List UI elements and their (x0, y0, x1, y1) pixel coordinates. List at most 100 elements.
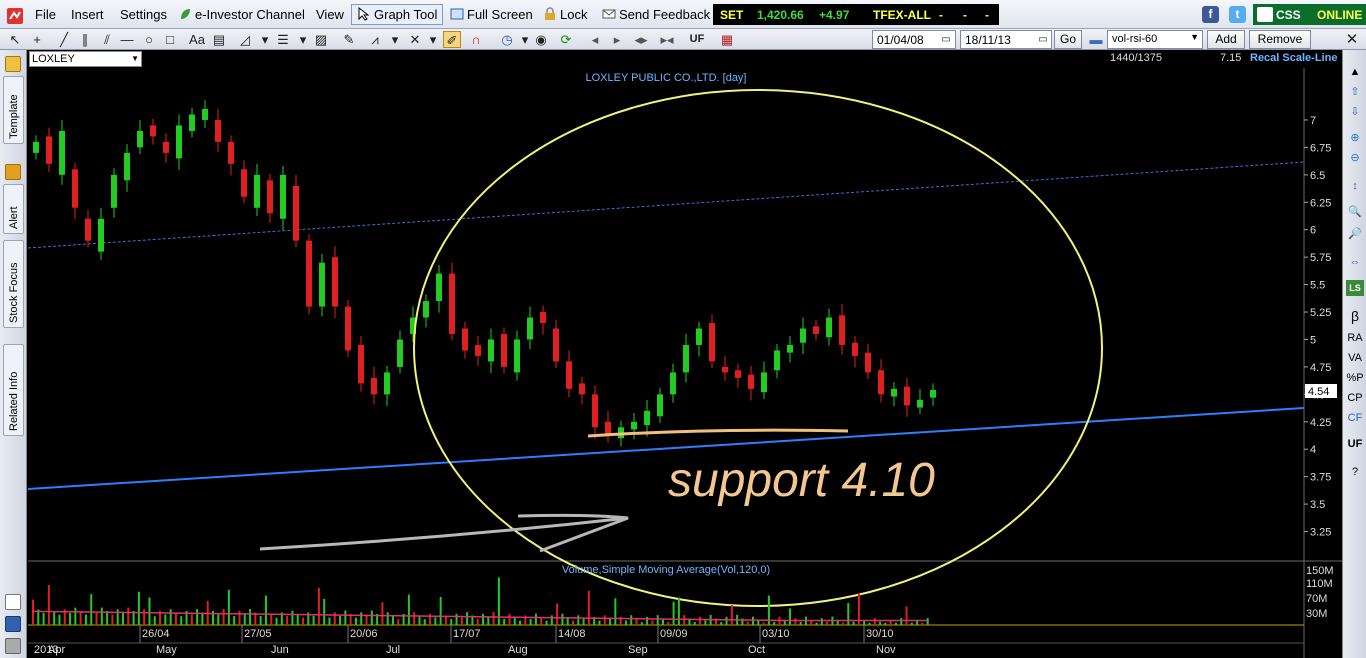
menu-file[interactable]: File (35, 7, 56, 22)
facebook-icon[interactable]: f (1202, 6, 1219, 23)
volume-bar (720, 621, 723, 625)
highlighter-tool-icon[interactable]: ✐ (443, 31, 461, 48)
magnify-minus-icon[interactable]: 🔎 (1346, 226, 1364, 242)
zigzag-dropdown-icon[interactable]: ▾ (386, 31, 404, 48)
delete-tool-icon[interactable]: ✕ (406, 31, 424, 48)
line-width-dropdown-icon[interactable]: ▾ (294, 31, 312, 48)
menu-lock[interactable]: Lock (543, 7, 587, 22)
channel-tool-icon[interactable]: ⫽ (98, 31, 116, 48)
magnify-plus-icon[interactable]: 🔍 (1346, 204, 1364, 220)
cp-tool[interactable]: CP (1346, 390, 1364, 406)
alert-bell-icon[interactable] (5, 164, 21, 180)
zoom-out-icon[interactable]: ◂▸ (632, 31, 650, 48)
line-style-dropdown-icon[interactable]: ▾ (256, 31, 274, 48)
zigzag-tool-icon[interactable]: ⩘ (366, 31, 384, 48)
clock-tool-icon[interactable]: ◷ (498, 31, 516, 48)
tab-related-info[interactable]: Related Info (3, 344, 24, 436)
price-chart[interactable]: LOXLEY PUBLIC CO.,LTD. [day] 7 6.75 6.5 6.2… (27, 68, 1342, 658)
chart-area[interactable]: LOXLEY PUBLIC CO.,LTD. [day] 7 6.75 6.5 6.2… (27, 68, 1342, 658)
volume-bar (74, 607, 77, 625)
scroll-right-icon[interactable]: ▸ (608, 31, 626, 48)
candle-body (72, 169, 78, 208)
date-to-calendar-icon[interactable]: ▭ (1034, 31, 1052, 48)
uf-button[interactable]: UF (688, 31, 706, 48)
fan-tool-icon[interactable]: ◿ (236, 31, 254, 48)
month-label: Jun (271, 644, 289, 656)
volume-bar (217, 614, 220, 625)
volume-bar (921, 622, 924, 625)
delete-dropdown-icon[interactable]: ▾ (424, 31, 442, 48)
help-icon[interactable]: ? (1346, 464, 1364, 480)
scroll-left-icon[interactable]: ◂ (586, 31, 604, 48)
horizontal-line-icon[interactable]: — (118, 31, 136, 48)
volume-bar (243, 614, 246, 625)
move-up-icon[interactable]: ⇧ (1346, 84, 1364, 100)
menu-insert[interactable]: Insert (71, 7, 104, 22)
scale-icon[interactable]: ↕ (1346, 178, 1364, 194)
menu-send-feedback[interactable]: Send Feedback (602, 7, 710, 22)
calendar-icon[interactable]: ▦ (718, 31, 736, 48)
volume-bar (492, 612, 495, 625)
fibonacci-tool-icon[interactable]: ▤ (210, 31, 228, 48)
window-close-icon[interactable]: ✕ (1343, 31, 1361, 48)
parallel-line-icon[interactable]: ∥ (76, 31, 94, 48)
month-label: Jul (386, 644, 400, 656)
hatch-tool-icon[interactable]: ▨ (312, 31, 330, 48)
pen-tool-icon[interactable]: ✎ (340, 31, 358, 48)
menu-settings[interactable]: Settings (120, 7, 167, 22)
line-tool-icon[interactable]: ╱ (55, 31, 73, 48)
cf-tool[interactable]: CF (1346, 410, 1364, 426)
candle-body (696, 328, 702, 345)
date-from-calendar-icon[interactable]: ▭ (937, 31, 955, 48)
futures-value: - (939, 8, 943, 22)
tab-template[interactable]: Template (3, 76, 24, 144)
circle-tool-icon[interactable]: ○ (140, 31, 158, 48)
candle-body (917, 399, 923, 408)
uf-tool[interactable]: UF (1346, 436, 1364, 452)
beta-tool[interactable]: β (1346, 308, 1364, 324)
app-icon[interactable] (6, 7, 24, 28)
menu-view[interactable]: View (316, 7, 344, 22)
ra-tool[interactable]: RA (1346, 330, 1364, 346)
symbol-input[interactable]: LOXLEY ▼ (29, 51, 142, 67)
magnet-tool-icon[interactable]: ∩ (467, 31, 485, 48)
recal-scale-line[interactable]: Recal Scale-Line (1250, 52, 1337, 64)
move-down-icon[interactable]: ⇩ (1346, 104, 1364, 120)
va-tool[interactable]: VA (1346, 350, 1364, 366)
volume-bar (169, 609, 172, 625)
add-indicator-button[interactable]: Add (1207, 30, 1245, 49)
volume-bar (323, 598, 326, 625)
rectangle-tool-icon[interactable]: □ (161, 31, 179, 48)
scroll-up-icon[interactable]: ▲ (1346, 64, 1364, 80)
ls-icon[interactable]: LS (1346, 280, 1364, 296)
menu-graph-tool[interactable]: Graph Tool (351, 4, 444, 25)
twitter-icon[interactable]: t (1229, 6, 1246, 23)
refresh-icon[interactable]: ⟳ (557, 31, 575, 48)
candle-body (683, 344, 689, 373)
pointer-tool-icon[interactable]: ↖ (6, 31, 24, 48)
tab-alert[interactable]: Alert (3, 184, 24, 234)
crosshair-tool-icon[interactable]: + (28, 31, 46, 48)
percent-tool[interactable]: %P (1346, 370, 1364, 386)
save-icon[interactable] (5, 616, 21, 632)
fit-width-icon[interactable]: ⇔ (1346, 254, 1364, 270)
remove-indicator-button[interactable]: Remove (1249, 30, 1311, 49)
y-tick-label: 4.75 (1310, 362, 1331, 374)
support-annotation[interactable]: support 4.10 (668, 454, 935, 507)
indicator-select[interactable]: vol-rsi-60 ▼ (1107, 30, 1203, 49)
go-button[interactable]: Go (1054, 30, 1082, 49)
text-tool-icon[interactable]: Aa (188, 31, 206, 48)
zoom-minus-icon[interactable]: ⊖ (1346, 150, 1364, 166)
palette-icon[interactable]: ◉ (532, 31, 550, 48)
zoom-in-icon[interactable]: ▸◂ (658, 31, 676, 48)
zoom-plus-icon[interactable]: ⊕ (1346, 130, 1364, 146)
folder-icon[interactable] (5, 56, 21, 72)
line-width-icon[interactable]: ☰ (274, 31, 292, 48)
month-label: Nov (876, 644, 896, 656)
menu-full-screen[interactable]: Full Screen (450, 7, 533, 22)
candle-body (488, 339, 494, 362)
menu-investor-channel[interactable]: e-Investor Channel (178, 7, 305, 22)
new-document-icon[interactable] (5, 594, 21, 610)
print-icon[interactable] (5, 638, 21, 654)
tab-stock-focus[interactable]: Stock Focus (3, 240, 24, 328)
